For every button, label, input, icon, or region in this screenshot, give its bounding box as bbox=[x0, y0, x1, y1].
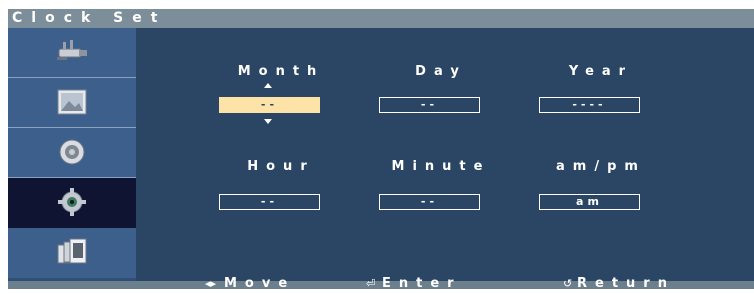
sidebar-item-picture[interactable] bbox=[8, 78, 136, 128]
sidebar bbox=[8, 28, 136, 281]
sidebar-item-multi-window[interactable] bbox=[8, 228, 136, 278]
gear-icon bbox=[58, 188, 86, 216]
ampm-label: am/pm bbox=[556, 159, 646, 174]
return-icon: ↺ bbox=[563, 277, 573, 290]
sidebar-item-setup[interactable] bbox=[8, 178, 136, 228]
hour-field[interactable]: -- bbox=[219, 194, 320, 210]
speaker-icon bbox=[59, 139, 85, 165]
footer-move: Move bbox=[224, 276, 296, 291]
ampm-field[interactable]: am bbox=[539, 194, 640, 210]
month-field[interactable]: -- bbox=[219, 97, 320, 113]
day-label: Day bbox=[415, 64, 467, 79]
minute-field[interactable]: -- bbox=[379, 194, 480, 210]
increment-arrow-icon[interactable] bbox=[264, 83, 272, 88]
footer-bar: ◂▸ Move ⏎ Enter ↺ Return bbox=[8, 277, 754, 291]
year-field[interactable]: ---- bbox=[539, 97, 640, 113]
sidebar-item-sound[interactable] bbox=[8, 128, 136, 178]
input-connector-icon bbox=[57, 40, 87, 60]
minute-label: Minute bbox=[391, 159, 491, 174]
multi-window-icon bbox=[57, 238, 87, 264]
year-label: Year bbox=[568, 64, 634, 79]
clock-set-window: Clock Set Month Day Year -- -- ---- Hour… bbox=[8, 9, 754, 291]
footer-return: Return bbox=[577, 276, 675, 291]
picture-icon bbox=[57, 89, 87, 115]
move-arrows-icon: ◂▸ bbox=[205, 277, 217, 290]
month-label: Month bbox=[237, 64, 325, 79]
decrement-arrow-icon[interactable] bbox=[264, 119, 272, 124]
title-bar: Clock Set bbox=[8, 9, 754, 28]
window-title: Clock Set bbox=[12, 10, 167, 26]
hour-label: Hour bbox=[247, 159, 315, 174]
day-field[interactable]: -- bbox=[379, 97, 480, 113]
sidebar-item-input[interactable] bbox=[8, 28, 136, 78]
enter-icon: ⏎ bbox=[366, 277, 376, 290]
footer-enter: Enter bbox=[382, 276, 462, 291]
